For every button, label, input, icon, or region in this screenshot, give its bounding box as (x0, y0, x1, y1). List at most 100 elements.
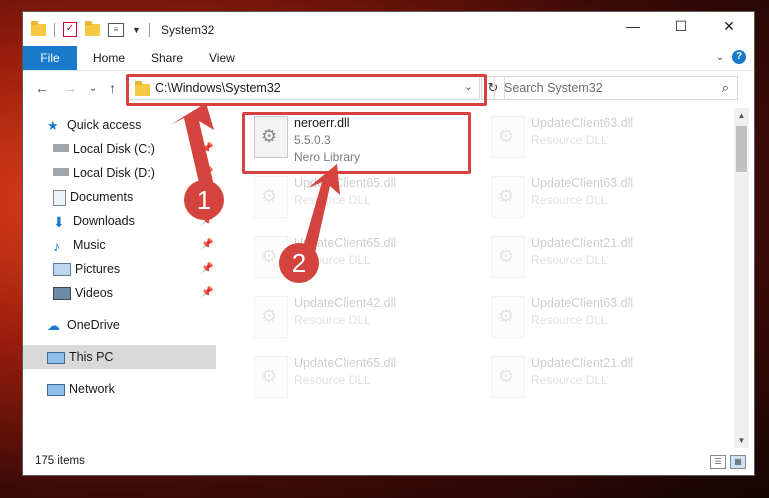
file-name: UpdateClient21.dll (531, 356, 634, 370)
network-icon (47, 383, 65, 396)
back-arrow-icon[interactable]: ← (35, 80, 49, 96)
maximize-icon[interactable]: ☐ (661, 18, 701, 35)
file-description: Resource DLL (531, 253, 608, 267)
file-description: Resource DLL (294, 313, 371, 327)
sidebar-item-label: Documents (70, 190, 134, 204)
sidebar-item-onedrive[interactable]: ☁ OneDrive (47, 313, 212, 337)
documents-icon (53, 189, 66, 206)
sidebar-item-label: Videos (75, 286, 113, 300)
pin-icon: 📌 (201, 239, 214, 250)
scroll-thumb[interactable] (736, 126, 747, 172)
vertical-scrollbar[interactable]: ▲ ▼ (734, 108, 749, 448)
pin-icon: 📌 (201, 143, 214, 154)
status-bar: 175 items ☰ ▦ (23, 450, 754, 474)
sidebar-item-videos[interactable]: Videos (53, 281, 212, 305)
sidebar-item-label: Music (73, 238, 106, 252)
file-name: UpdateClient63.dll (531, 296, 634, 310)
file-item[interactable]: UpdateClient42.dll Resource DLL (246, 292, 476, 346)
customize-icon[interactable]: ≡ (108, 22, 124, 37)
sidebar-item-network[interactable]: Network (47, 377, 212, 401)
window-title: System32 (161, 23, 215, 37)
music-icon: ♪ (53, 237, 60, 254)
tab-file[interactable]: File (23, 46, 77, 70)
sidebar-item-quick-access[interactable]: ★ Quick access (47, 113, 212, 137)
scroll-down-icon[interactable]: ▼ (734, 433, 749, 448)
file-item[interactable]: UpdateClient63.dll Resource DLL (483, 292, 713, 346)
navigation-pane: ★ Quick access Local Disk (C:) 📌 Local Di… (23, 108, 216, 448)
file-item[interactable]: UpdateClient65.dll Resource DLL (246, 172, 476, 226)
file-name: UpdateClient65.dll (294, 356, 397, 370)
qat-dropdown-icon[interactable]: ▼ (132, 25, 141, 35)
dll-file-icon (491, 356, 525, 398)
videos-icon (53, 287, 71, 301)
downloads-icon: ⬇ (53, 213, 65, 230)
qat-separator-2 (148, 22, 150, 37)
expand-ribbon-icon[interactable]: ⌄ (716, 52, 724, 63)
file-item[interactable]: UpdateClient21.dll Resource DLL (483, 232, 713, 286)
step-2-badge: 2 (279, 243, 319, 283)
file-description: Resource DLL (294, 193, 371, 207)
file-name: UpdateClient63.dll (531, 176, 634, 190)
sidebar-item-label: Pictures (75, 262, 121, 276)
sidebar-item-pictures[interactable]: Pictures (53, 257, 212, 281)
recent-locations-icon[interactable]: ⌄ (89, 83, 97, 94)
drive-icon (53, 144, 69, 153)
details-view-icon[interactable]: ☰ (710, 455, 726, 469)
dll-file-icon (491, 116, 525, 158)
sidebar-item-label: This PC (69, 350, 114, 364)
tab-share[interactable]: Share (151, 46, 183, 70)
dll-file-icon (254, 176, 288, 218)
search-box[interactable]: Search System32 ⌕ (494, 76, 738, 100)
cloud-icon: ☁ (47, 317, 60, 333)
file-description: Resource DLL (531, 373, 608, 387)
dll-file-icon (491, 296, 525, 338)
properties-check-icon[interactable]: ✓ (63, 22, 77, 37)
up-arrow-icon[interactable]: ↑ (109, 80, 116, 96)
close-icon[interactable]: ✕ (709, 18, 749, 35)
file-name: UpdateClient63.dll (531, 116, 634, 130)
dll-file-icon (254, 296, 288, 338)
file-description: Resource DLL (531, 133, 608, 147)
file-name: UpdateClient65.dll (294, 176, 397, 190)
quick-access-toolbar: ✓ ≡ ▼ (31, 20, 150, 37)
folder-icon (31, 20, 46, 36)
star-icon: ★ (47, 117, 59, 133)
search-icon[interactable]: ⌕ (722, 80, 729, 96)
dll-file-icon (491, 236, 525, 278)
file-item[interactable]: UpdateClient21.dll Resource DLL (483, 352, 713, 406)
search-placeholder[interactable]: Search System32 (504, 81, 603, 95)
computer-icon (47, 351, 65, 364)
minimize-icon[interactable]: — (613, 18, 653, 34)
sidebar-item-label: OneDrive (67, 318, 120, 332)
qat-separator (54, 22, 55, 37)
sidebar-item-label: Network (69, 382, 115, 396)
help-icon[interactable]: ? (732, 50, 746, 64)
pictures-icon (53, 263, 71, 277)
forward-arrow-icon[interactable]: → (63, 80, 77, 96)
sidebar-item-label: Downloads (73, 214, 135, 228)
tab-home[interactable]: Home (93, 46, 125, 70)
file-name: UpdateClient21.dll (531, 236, 634, 250)
sidebar-item-label: Local Disk (D:) (73, 166, 155, 180)
item-count: 175 items (35, 455, 85, 467)
pin-icon: 📌 (201, 263, 214, 274)
ribbon-tabs: File Home Share View ⌄ ? (23, 46, 754, 71)
sidebar-item-music[interactable]: ♪ Music (53, 233, 212, 257)
sidebar-item-label: Local Disk (C:) (73, 142, 155, 156)
tab-view[interactable]: View (209, 46, 235, 70)
sidebar-item-local-disk-d[interactable]: Local Disk (D:) (53, 161, 212, 185)
file-highlight (242, 112, 471, 174)
scroll-up-icon[interactable]: ▲ (734, 108, 749, 123)
file-description: Resource DLL (531, 313, 608, 327)
large-icons-view-icon[interactable]: ▦ (730, 455, 746, 469)
new-folder-icon[interactable] (85, 20, 100, 36)
sidebar-item-this-pc[interactable]: This PC (23, 345, 216, 369)
drive-icon (53, 168, 69, 177)
file-item[interactable]: UpdateClient63.dll Resource DLL (483, 172, 713, 226)
file-item[interactable]: UpdateClient63.dll Resource DLL (483, 112, 713, 166)
address-bar-highlight (126, 74, 487, 106)
sidebar-item-local-disk-c[interactable]: Local Disk (C:) (53, 137, 212, 161)
title-bar: ✓ ≡ ▼ System32 — ☐ ✕ (23, 12, 754, 46)
pin-icon: 📌 (201, 287, 214, 298)
file-item[interactable]: UpdateClient65.dll Resource DLL (246, 352, 476, 406)
